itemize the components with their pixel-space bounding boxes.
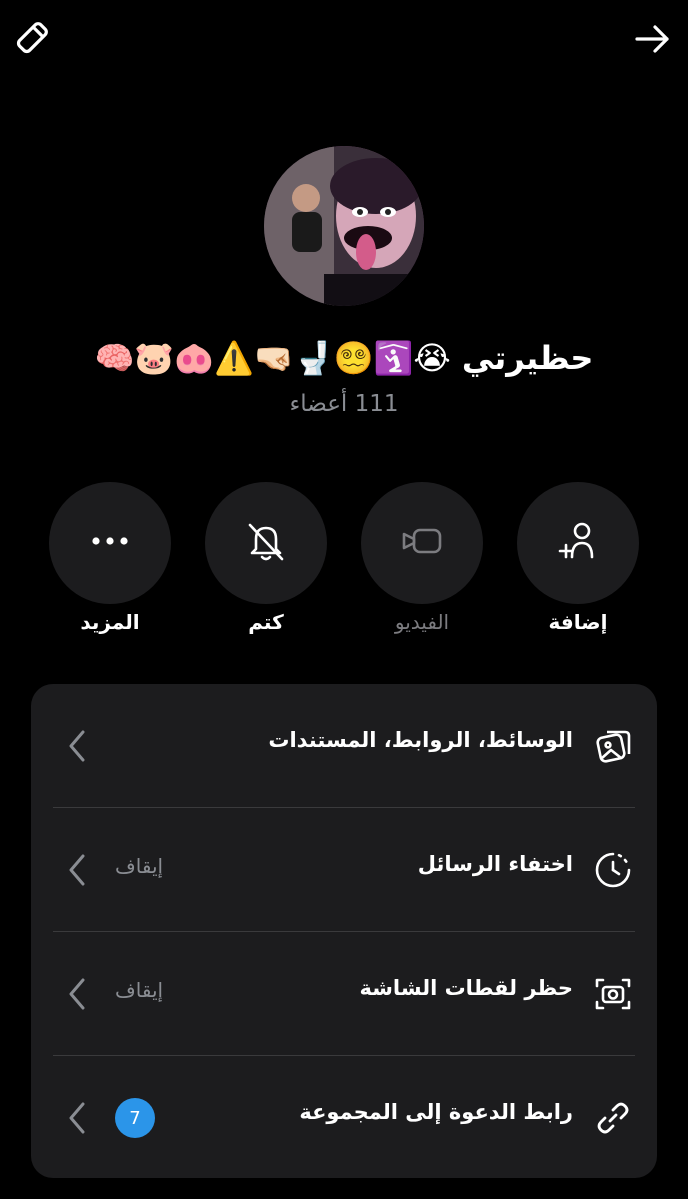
mute-label: كتم [248, 610, 284, 634]
member-count[interactable]: 111 أعضاء [0, 388, 688, 420]
pencil-icon [11, 19, 51, 63]
screenshot-block-row[interactable]: حظر لقطات الشاشة إيقاف [31, 932, 657, 1056]
media-links-docs-title: الوسائط، الروابط، المستندات [268, 728, 573, 752]
group-info-screen: حظيرتي 😭🛐😵‍💫🚽🤜🏻⚠️🐽🐷🧠 111 أعضاء إضافة [0, 0, 688, 1199]
add-person-icon [556, 519, 600, 567]
add-member-action[interactable]: إضافة [517, 482, 639, 642]
back-button[interactable] [630, 18, 676, 64]
disappearing-messages-title: اختفاء الرسائل [417, 852, 573, 876]
more-button[interactable] [49, 482, 171, 604]
chevron-left-icon [65, 1100, 89, 1136]
screenshot-block-title: حظر لقطات الشاشة [359, 976, 573, 1000]
disappearing-messages-value: إيقاف [115, 854, 164, 878]
settings-card: الوسائط، الروابط، المستندات اختفاء الرسا… [31, 684, 657, 1178]
edit-button[interactable] [8, 18, 54, 64]
more-label: المزيد [80, 610, 140, 634]
media-links-docs-row[interactable]: الوسائط، الروابط، المستندات [31, 684, 657, 808]
timer-icon [591, 848, 635, 892]
top-bar [0, 14, 688, 66]
more-action[interactable]: المزيد [49, 482, 171, 642]
add-member-button[interactable] [517, 482, 639, 604]
arrow-right-icon [633, 19, 673, 63]
chevron-left-icon [65, 852, 89, 888]
group-name: حظيرتي 😭🛐😵‍💫🚽🤜🏻⚠️🐽🐷🧠 [94, 339, 594, 377]
mute-action[interactable]: كتم [205, 482, 327, 642]
chevron-left-icon [65, 728, 89, 764]
invite-link-badge: 7 [115, 1098, 155, 1138]
media-gallery-icon [591, 724, 635, 768]
invite-link-row[interactable]: رابط الدعوة إلى المجموعة 7 [31, 1056, 657, 1180]
video-button[interactable] [361, 482, 483, 604]
bell-off-icon [244, 519, 288, 567]
chevron-left-icon [65, 976, 89, 1012]
disappearing-messages-row[interactable]: اختفاء الرسائل إيقاف [31, 808, 657, 932]
video-camera-icon [400, 519, 444, 567]
more-dots-icon [88, 519, 132, 567]
link-icon [591, 1096, 635, 1140]
add-member-label: إضافة [548, 610, 608, 634]
screenshot-block-value: إيقاف [115, 978, 164, 1002]
video-label: الفيديو [394, 610, 450, 634]
mute-button[interactable] [205, 482, 327, 604]
video-action[interactable]: الفيديو [361, 482, 483, 642]
invite-link-title: رابط الدعوة إلى المجموعة [299, 1100, 573, 1124]
group-avatar[interactable] [264, 146, 424, 306]
screenshot-camera-icon [591, 972, 635, 1016]
